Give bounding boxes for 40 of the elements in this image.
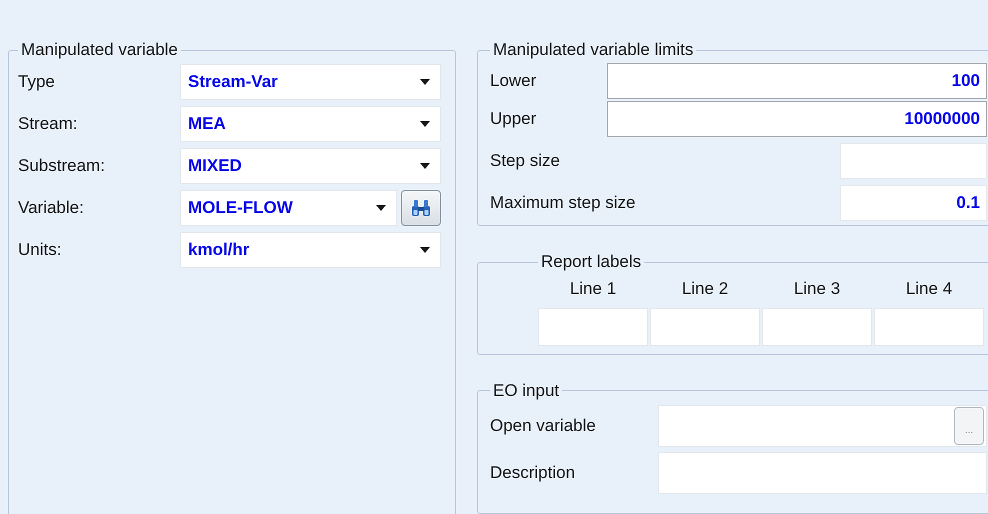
field-label: Upper xyxy=(490,108,536,130)
field-label: Step size xyxy=(490,150,560,172)
column-header: Line 1 xyxy=(570,278,616,300)
input-field[interactable]: 100 xyxy=(607,63,987,99)
field-label: Units: xyxy=(18,239,62,262)
dropdown[interactable]: kmol/hr xyxy=(180,232,441,268)
field-label: Substream: xyxy=(18,155,106,178)
caret-icon xyxy=(376,205,386,211)
caret-icon xyxy=(420,163,430,169)
caret-icon xyxy=(420,247,430,253)
input-field[interactable] xyxy=(874,308,984,346)
field-label: Type xyxy=(18,71,56,94)
dropdown[interactable]: MIXED xyxy=(180,148,441,184)
column-header: Line 2 xyxy=(682,278,728,300)
field-label: Variable: xyxy=(18,197,85,220)
input-field[interactable] xyxy=(650,308,760,346)
field-label: Maximum step size xyxy=(490,192,636,214)
input-field[interactable]: 0.1 xyxy=(840,185,987,221)
dropdown[interactable]: MEA xyxy=(180,106,441,142)
field-label: Stream: xyxy=(18,113,79,136)
column-header: Line 4 xyxy=(906,278,952,300)
input-field[interactable] xyxy=(840,143,987,179)
group-title: Manipulated variable xyxy=(20,40,179,60)
field-label: Lower xyxy=(490,70,536,92)
group-title: Manipulated variable limits xyxy=(492,40,694,60)
column-header: Line 3 xyxy=(794,278,840,300)
input-field[interactable] xyxy=(762,308,872,346)
caret-icon xyxy=(420,79,430,85)
dropdown[interactable]: Stream-Var xyxy=(180,64,441,100)
search-button[interactable] xyxy=(401,190,441,226)
input-field[interactable] xyxy=(538,308,648,346)
field-label: Description xyxy=(490,462,576,484)
input-field[interactable]: 10000000 xyxy=(607,101,987,137)
group-title: Report labels xyxy=(540,252,642,272)
binoculars-icon xyxy=(411,199,432,217)
group-title: EO input xyxy=(492,380,560,401)
dropdown[interactable]: MOLE-FLOW xyxy=(180,190,398,226)
input-field[interactable] xyxy=(658,452,987,494)
field-label: Open variable xyxy=(490,415,597,438)
caret-icon xyxy=(420,121,430,127)
